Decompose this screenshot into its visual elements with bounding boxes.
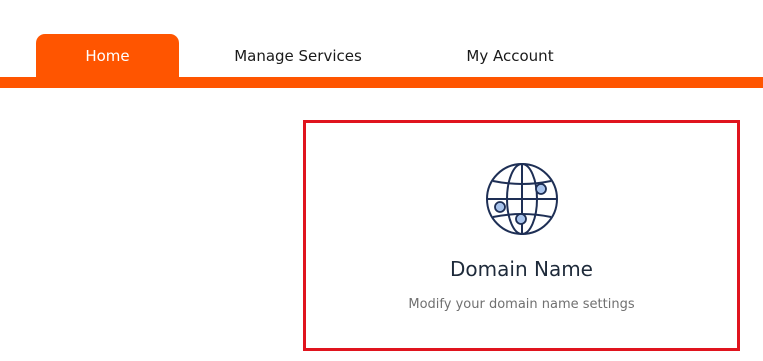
tab-home[interactable]: Home	[36, 34, 179, 78]
tab-manage-services[interactable]: Manage Services	[214, 34, 382, 78]
globe-network-icon	[484, 161, 560, 237]
top-navigation: Home Manage Services My Account	[0, 0, 763, 90]
tab-my-account[interactable]: My Account	[445, 34, 575, 78]
nav-accent-bar	[0, 77, 763, 88]
card-title: Domain Name	[450, 257, 593, 281]
domain-name-card[interactable]: Domain Name Modify your domain name sett…	[303, 120, 740, 351]
card-description: Modify your domain name settings	[408, 297, 635, 312]
page: Home Manage Services My Account Domain N…	[0, 0, 763, 361]
